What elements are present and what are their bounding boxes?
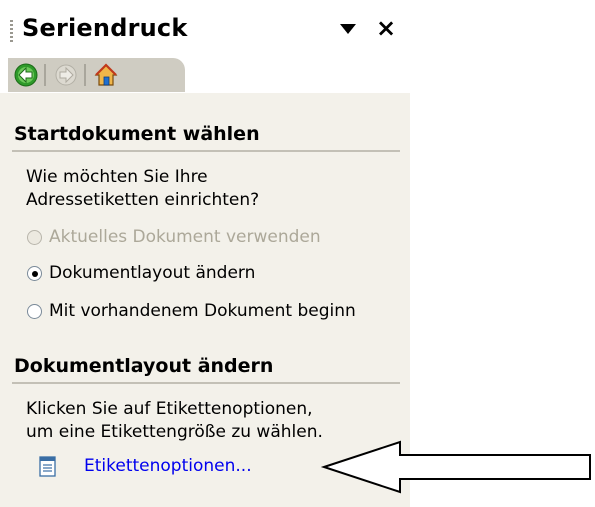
section-divider — [12, 150, 400, 152]
radio-button — [27, 230, 42, 245]
radio-option-change-layout[interactable]: Dokumentlayout ändern — [27, 263, 407, 287]
info-text-line2: um eine Etikettengröße zu wählen. — [26, 422, 323, 442]
section-heading-start-document: Startdokument wählen — [14, 123, 260, 145]
radio-button[interactable] — [27, 266, 42, 281]
section-heading-document-layout: Dokumentlayout ändern — [14, 355, 274, 377]
radio-label: Aktuelles Dokument verwenden — [49, 227, 321, 247]
toolbar-separator — [84, 64, 86, 86]
label-options-link-text[interactable]: Etikettenoptionen... — [84, 456, 252, 476]
drag-grip-handle[interactable] — [10, 20, 13, 44]
radio-option-current-document: Aktuelles Dokument verwenden — [27, 227, 407, 251]
prompt-text-line1: Wie möchten Sie Ihre — [26, 167, 208, 187]
dropdown-arrow-icon[interactable] — [340, 24, 356, 34]
pane-title: Seriendruck — [22, 14, 188, 42]
radio-option-existing-document[interactable]: Mit vorhandenem Dokument beginn — [27, 301, 410, 325]
task-pane: Seriendruck × Startdokument wählen Wie m… — [0, 0, 410, 507]
document-icon[interactable] — [38, 456, 58, 478]
task-pane-titlebar: Seriendruck × — [0, 0, 410, 58]
radio-label[interactable]: Mit vorhandenem Dokument beginn — [49, 301, 356, 321]
back-arrow-icon[interactable] — [14, 63, 38, 87]
radio-label[interactable]: Dokumentlayout ändern — [49, 263, 255, 283]
radio-button[interactable] — [27, 304, 42, 319]
left-arrow-outline-icon — [320, 440, 591, 494]
prompt-text-line2: Adressetiketten einrichten? — [26, 190, 260, 210]
section-divider — [12, 382, 400, 384]
navigation-toolbar — [8, 58, 185, 92]
close-icon[interactable]: × — [376, 16, 396, 40]
info-text-line1: Klicken Sie auf Etikettenoptionen, — [26, 399, 313, 419]
home-icon[interactable] — [94, 63, 118, 87]
forward-arrow-icon — [55, 64, 77, 86]
toolbar-separator — [44, 64, 46, 86]
